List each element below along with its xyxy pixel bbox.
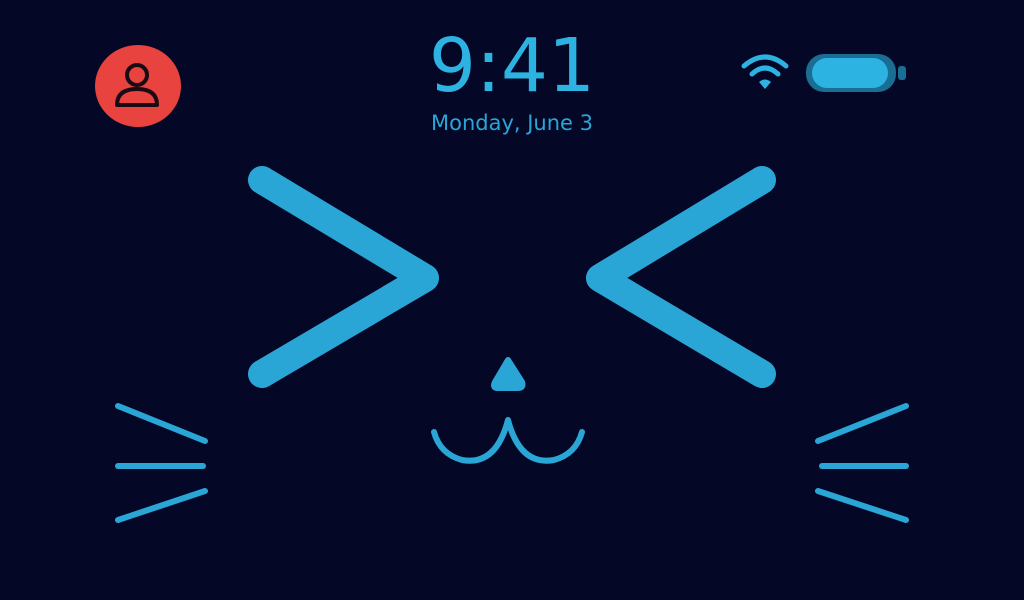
cat-mouth (431, 417, 585, 464)
right-eye (586, 166, 776, 388)
triangle-nose (491, 357, 526, 391)
right-whiskers (815, 403, 909, 523)
left-whiskers (115, 403, 208, 523)
cat-face (115, 166, 909, 523)
left-eye (248, 166, 439, 388)
lock-screen: 9:41 Monday, June 3 (0, 0, 1024, 600)
